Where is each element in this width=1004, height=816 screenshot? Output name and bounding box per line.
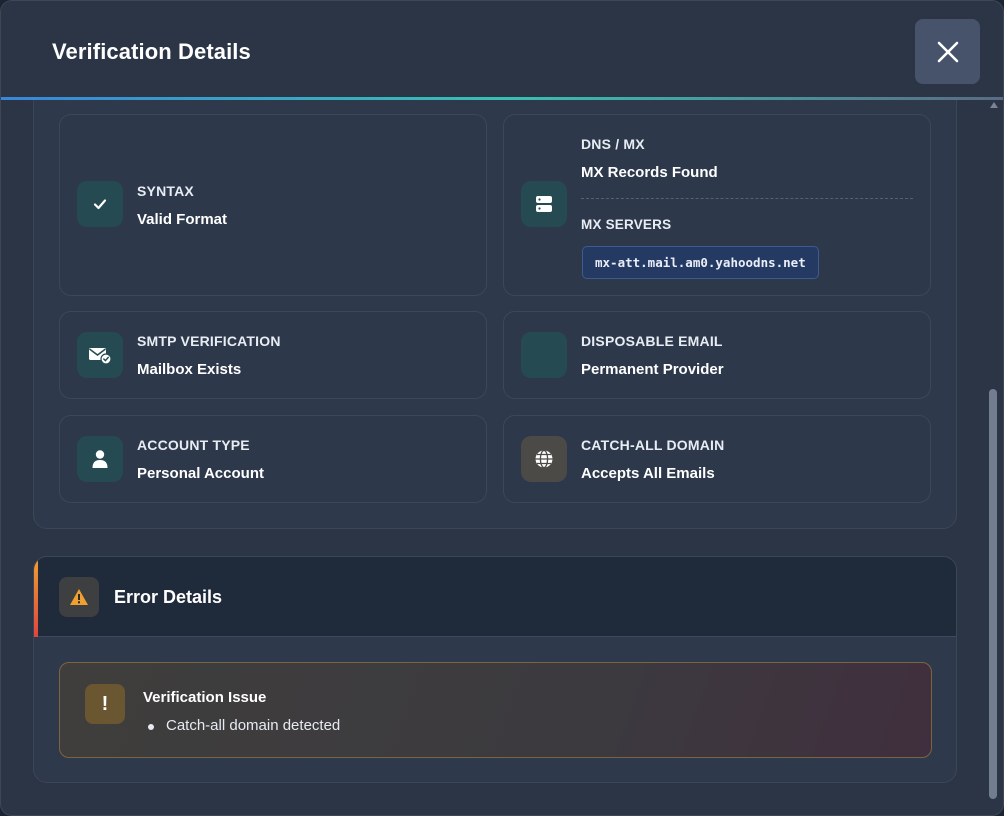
smtp-status xyxy=(77,332,123,378)
modal-header: Verification Details xyxy=(1,1,1003,99)
catchall-value: Accepts All Emails xyxy=(581,465,715,482)
verification-issue-box: ! Verification Issue Catch-all domain de… xyxy=(59,662,932,758)
error-icon-box xyxy=(59,577,99,617)
modal-title: Verification Details xyxy=(52,39,251,64)
warning-triangle-icon xyxy=(70,589,88,605)
disposable-label: DISPOSABLE EMAIL xyxy=(581,333,723,349)
syntax-card: SYNTAX Valid Format xyxy=(59,114,487,296)
server-icon xyxy=(536,196,552,212)
account-status xyxy=(77,436,123,482)
mx-servers-label: MX SERVERS xyxy=(581,217,672,232)
mx-server-chip: mx-att.mail.am0.yahoodns.net xyxy=(582,246,819,279)
dns-card: DNS / MX MX Records Found MX SERVERS mx-… xyxy=(503,114,931,296)
user-icon xyxy=(92,450,108,468)
error-details-title: Error Details xyxy=(114,587,223,607)
syntax-label: SYNTAX xyxy=(137,183,194,199)
catch-all-card: CATCH-ALL DOMAIN Accepts All Emails xyxy=(503,415,931,503)
account-type-card: ACCOUNT TYPE Personal Account xyxy=(59,415,487,503)
syntax-status xyxy=(77,181,123,227)
disposable-card: DISPOSABLE EMAIL Permanent Provider xyxy=(503,311,931,399)
scroll-up-arrow-icon[interactable] xyxy=(990,102,998,108)
catchall-status xyxy=(521,436,567,482)
checks-panel: SYNTAX Valid Format DNS / MX MX Records … xyxy=(33,100,957,529)
error-details-panel: Error Details ! Verification Issue Catch… xyxy=(33,556,957,783)
smtp-label: SMTP VERIFICATION xyxy=(137,333,281,349)
close-icon xyxy=(937,41,958,62)
dns-value: MX Records Found xyxy=(581,164,718,181)
syntax-value: Valid Format xyxy=(137,211,228,228)
verification-details-modal: Verification Details SYNTAX Valid Format xyxy=(0,0,1004,816)
dns-label: DNS / MX xyxy=(581,136,645,152)
issue-list: Catch-all domain detected xyxy=(148,717,340,734)
smtp-value: Mailbox Exists xyxy=(137,361,242,378)
error-details-header: Error Details xyxy=(34,557,956,637)
error-accent-stripe xyxy=(34,557,38,637)
disposable-status xyxy=(521,332,567,378)
issue-item: Catch-all domain detected xyxy=(148,717,340,734)
catchall-label: CATCH-ALL DOMAIN xyxy=(581,437,725,453)
account-value: Personal Account xyxy=(137,465,264,482)
mail-check-icon xyxy=(89,348,112,365)
check-icon xyxy=(93,199,107,210)
dns-divider xyxy=(581,198,913,199)
dns-status xyxy=(521,181,567,227)
modal-body: SYNTAX Valid Format DNS / MX MX Records … xyxy=(1,100,987,812)
account-label: ACCOUNT TYPE xyxy=(137,437,250,453)
exclamation-icon: ! xyxy=(85,684,125,724)
close-button[interactable] xyxy=(915,19,980,84)
smtp-card: SMTP VERIFICATION Mailbox Exists xyxy=(59,311,487,399)
issue-title: Verification Issue xyxy=(143,689,267,706)
scrollbar-thumb[interactable] xyxy=(989,389,997,799)
disposable-value: Permanent Provider xyxy=(581,361,724,378)
globe-icon xyxy=(535,449,553,469)
